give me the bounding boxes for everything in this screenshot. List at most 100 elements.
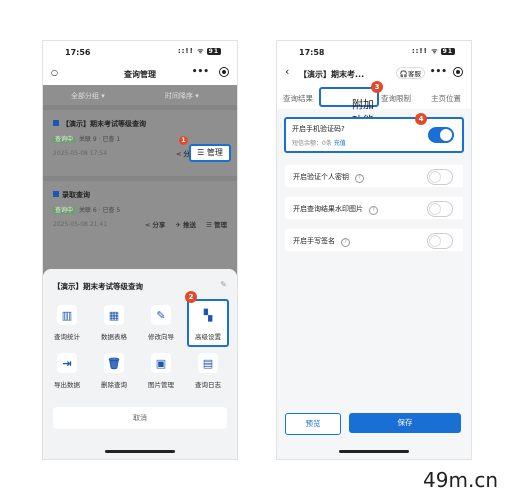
target-icon[interactable]	[453, 67, 463, 77]
item-label: 图片管理	[148, 381, 174, 389]
signature-row[interactable]: 开启手写签名?	[285, 229, 463, 251]
battery-icon: 91	[440, 48, 455, 55]
help-icon[interactable]: ?	[355, 174, 364, 183]
card-date: 2025-05-08 21:41	[53, 221, 108, 228]
help-icon[interactable]: ?	[369, 206, 378, 215]
menu-icon: ☰	[197, 148, 207, 157]
watermark-row[interactable]: 开启查询结果水印图片?	[285, 197, 463, 219]
service-button[interactable]: 🎧客服	[395, 67, 425, 79]
item-label: 删除查询	[101, 381, 127, 389]
page-title: 【演示】期末考...	[299, 70, 365, 79]
manage-button[interactable]: ☰ 管理	[206, 221, 227, 229]
help-icon[interactable]: ?	[341, 125, 345, 133]
help-icon[interactable]: ?	[341, 238, 350, 247]
watermark-label: 开启查询结果水印图片	[293, 205, 363, 213]
group-filter[interactable]: 全部分组 ▾	[71, 91, 105, 101]
more-icon[interactable]: •••	[430, 67, 447, 77]
step-badge-1: 1	[179, 136, 188, 145]
item-label: 修改向导	[148, 333, 174, 341]
advanced-settings-highlight[interactable]: ▚ 高级设置	[187, 299, 229, 347]
signal-wifi-icon: ::!! ᯤ 91	[412, 47, 455, 56]
pen-icon: ✎	[151, 305, 171, 325]
signal-text: ::!! ᯤ	[411, 47, 439, 55]
query-card[interactable]: 录取查询 查询中 关联 6 · 已查 5 2025-05-08 21:41 ⋖ 分…	[43, 176, 237, 247]
card-stats: 关联 9 · 已查 1	[79, 136, 121, 143]
item-label: 导出数据	[54, 381, 80, 389]
advanced-settings-item[interactable]: ▚ 高级设置	[186, 305, 230, 341]
sort-filter[interactable]: 时间降序 ▾	[165, 91, 199, 101]
battery-icon: 91	[206, 48, 221, 55]
tab-bar: 查询结果 查询限制 主页位置 附加功能 3	[277, 81, 471, 127]
sms-verify-toggle[interactable]	[428, 127, 454, 143]
edit-icon[interactable]: ✎	[220, 280, 227, 289]
manage-button-highlight[interactable]: ☰ 管理	[189, 144, 231, 162]
card-title: 【演示】期末考试等级查询	[53, 119, 146, 129]
status-bar: 17:58 ::!! ᯤ 91	[277, 41, 471, 63]
step-badge-4: 4	[415, 113, 427, 125]
home-indicator	[105, 450, 175, 453]
sms-verify-row[interactable]: 开启手机验证码? 短信余额：0条 充值	[284, 117, 464, 153]
share-button[interactable]: ⋖ 分享	[145, 221, 166, 229]
delete-item[interactable]: 🗑 删除查询	[92, 353, 136, 389]
step-badge-2: 2	[185, 291, 197, 303]
export-item[interactable]: ⇥ 导出数据	[45, 353, 89, 389]
push-label: 推送	[183, 221, 197, 229]
personal-key-toggle[interactable]	[427, 169, 453, 185]
personal-key-row[interactable]: 开启验证个人密钥?	[285, 165, 463, 187]
signal-wifi-icon: ::!! ᯤ 91	[178, 47, 221, 56]
tab-addons[interactable]: 附加功能	[319, 87, 379, 127]
service-label: 客服	[408, 70, 421, 78]
sms-balance: 短信余额：0条 充值	[292, 138, 346, 147]
setting-label: 开启查询结果水印图片?	[293, 204, 378, 215]
table-icon: ▦	[104, 305, 124, 325]
query-card[interactable]: 【演示】期末考试等级查询 查询中 关联 9 · 已查 1 2025-05-08 1…	[43, 105, 237, 176]
card-date: 2025-05-08 17:54	[53, 150, 108, 157]
card-meta: 查询中 关联 9 · 已查 1	[53, 134, 120, 143]
preview-button[interactable]: 预览	[285, 413, 341, 435]
status-bar: 17:56 ::!! ᯤ 91	[43, 41, 237, 63]
wizard-item[interactable]: ✎ 修改向导	[139, 305, 183, 341]
stats-item[interactable]: ▥ 查询统计	[45, 305, 89, 341]
image-item[interactable]: ▣ 图片管理	[139, 353, 183, 389]
grid-icon: ▚	[198, 305, 218, 325]
tab-limits[interactable]: 查询限制	[381, 93, 411, 104]
filter-bar: 全部分组 ▾ 时间降序 ▾	[43, 85, 237, 105]
cancel-button[interactable]: 取消	[53, 407, 227, 429]
trash-icon: 🗑	[104, 353, 124, 373]
log-item[interactable]: ▤ 查询日志	[186, 353, 230, 389]
watermark-text: 49m.cn	[423, 468, 498, 492]
signature-label: 开启手写签名	[293, 237, 335, 245]
manage-label: 管理	[206, 148, 223, 157]
card-title: 录取查询	[53, 190, 90, 200]
watermark-toggle[interactable]	[427, 201, 453, 217]
status-time: 17:56	[65, 48, 91, 57]
action-sheet: 【演示】期末考试等级查询 ✎ ▥ 查询统计 ▦ 数据表格 ✎ 修改向导 ▚ 高级设置 2…	[43, 269, 237, 459]
export-icon: ⇥	[57, 353, 77, 373]
setting-label: 开启手机验证码?	[292, 124, 345, 134]
tab-results[interactable]: 查询结果	[283, 93, 313, 104]
signature-toggle[interactable]	[427, 233, 453, 249]
step-badge-3: 3	[371, 81, 383, 93]
status-tag: 查询中	[53, 136, 76, 143]
left-phone-screen: 17:56 ::!! ᯤ 91 ○ 查询管理 ••• 全部分组 ▾ 时间降序 ▾ …	[42, 40, 238, 460]
back-icon[interactable]: ‹	[285, 65, 289, 78]
setting-label: 开启验证个人密钥?	[293, 172, 364, 183]
table-item[interactable]: ▦ 数据表格	[92, 305, 136, 341]
tab-home-position[interactable]: 主页位置	[431, 93, 461, 104]
home-indicator	[339, 450, 409, 453]
save-button[interactable]: 保存	[349, 413, 461, 433]
item-label: 高级设置	[195, 333, 221, 341]
target-icon[interactable]	[219, 67, 229, 77]
status-tag: 查询中	[53, 207, 76, 214]
manage-label: 管理	[214, 221, 227, 229]
sms-balance-text: 短信余额：0条	[292, 140, 332, 147]
nav-bar: ○ 查询管理 •••	[43, 63, 237, 85]
signal-text: ::!! ᯤ	[177, 47, 205, 55]
push-button[interactable]: ✈ 推送	[176, 221, 197, 229]
recharge-link[interactable]: 充值	[334, 140, 346, 147]
card-meta: 查询中 关联 6 · 已查 5	[53, 205, 120, 214]
more-icon[interactable]: •••	[192, 67, 209, 77]
item-label: 查询统计	[54, 333, 80, 341]
image-icon: ▣	[151, 353, 171, 373]
card-stats: 关联 6 · 已查 5	[79, 207, 121, 214]
